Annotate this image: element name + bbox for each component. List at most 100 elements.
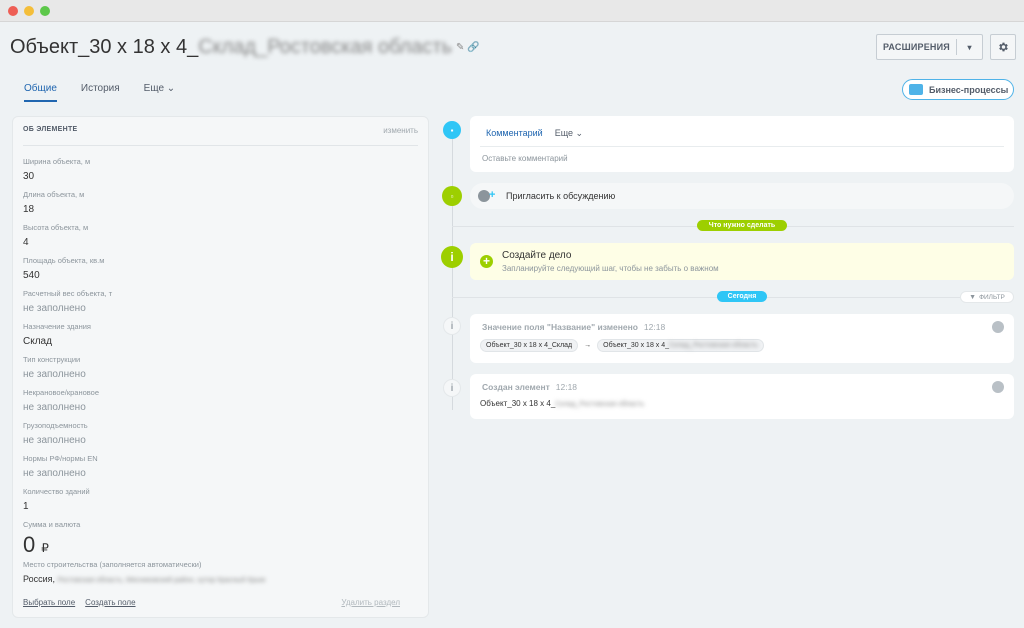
tab-more[interactable]: Еще ⌄ [144,83,176,102]
history-event-rename: Значение поля "Название" изменено 12:18 О… [470,314,1014,363]
todo-pill: Что нужно сделать [697,220,787,231]
extensions-label: РАСШИРЕНИЯ [883,42,950,52]
field-length: Длина объекта, м 18 [23,190,413,223]
field-label: Высота объекта, м [23,223,89,232]
field-value: 540 [23,270,40,281]
tab-comment[interactable]: Комментарий [486,128,543,147]
filter-button[interactable]: ▼ ФИЛЬТР [960,291,1014,303]
field-label: Грузоподъемность [23,421,88,430]
business-process-icon [909,84,923,95]
page-title-text: Объект_30 x 18 x 4_ [10,36,199,58]
delete-section-link[interactable]: Удалить раздел [341,598,400,607]
comment-icon: ▪ [443,121,461,139]
tab-history[interactable]: История [81,83,120,102]
filter-label: ФИЛЬТР [979,293,1005,301]
new-value-blurred: Склад_Ростовская область [669,342,758,349]
chevron-down-icon[interactable]: ▾ [956,39,982,55]
invite-panel[interactable]: + Пригласить к обсуждению [470,183,1014,209]
field-label: Тип конструкции [23,355,81,364]
field-label: Количество зданий [23,487,90,496]
field-label: Назначение здания [23,322,91,331]
create-field-link[interactable]: Создать поле [85,598,135,607]
settings-button[interactable] [990,34,1016,60]
edit-title-icon[interactable]: ✎ 🔗 [456,42,480,53]
field-height: Высота объекта, м 4 [23,223,413,256]
minimize-window-button[interactable] [24,5,34,16]
field-norms: Нормы РФ/нормы EN не заполнено [23,454,413,487]
field-value: 4 [23,237,29,248]
field-label: Расчетный вес объекта, т [23,289,113,298]
event-value-text: Объект_30 x 18 x 4_ [480,399,556,408]
new-value-text: Объект_30 x 18 x 4_ [603,342,670,349]
field-value: не заполнено [23,303,86,314]
tab-general[interactable]: Общие [24,83,57,102]
field-label: Место строительства (заполняется автомат… [23,560,202,569]
field-weight: Расчетный вес объекта, т не заполнено [23,289,413,322]
task-title: Создайте дело [502,250,572,261]
money-amount: 0 [23,532,36,557]
event-title-text: Создан элемент [482,382,550,392]
field-purpose: Назначение здания Склад [23,322,413,355]
field-value: 1 [23,501,29,512]
task-subtitle: Запланируйте следующий шаг, чтобы не заб… [502,264,719,273]
card-edit-link[interactable]: изменить [383,126,418,135]
tab-comment-more[interactable]: Еще ⌄ [555,128,583,147]
comment-panel: Комментарий Еще ⌄ Оставьте комментарий [470,116,1014,172]
comment-divider [480,146,1004,147]
comment-input[interactable]: Оставьте комментарий [482,154,568,163]
field-value: 30 [23,171,35,182]
history-event-created: Создан элемент 12:18 Объект_30 x 18 x 4_С… [470,374,1014,419]
field-label: Длина объекта, м [23,190,85,199]
money-value: 0 ₽ [23,532,413,558]
add-task-icon[interactable]: + [480,255,493,268]
field-value: 18 [23,204,35,215]
field-width: Ширина объекта, м 30 [23,157,413,190]
currency-symbol: ₽ [41,541,49,555]
field-label: Некрановое/крановое [23,388,100,397]
extensions-button[interactable]: РАСШИРЕНИЯ ▾ [876,34,983,60]
page-title-blurred: Склад_Ростовская область [198,36,453,58]
plus-icon: + [489,189,496,201]
maximize-window-button[interactable] [40,5,50,16]
field-building-count: Количество зданий 1 [23,487,413,520]
info-icon: i [441,246,463,268]
user-icon[interactable] [992,381,1004,393]
old-value-chip: Объект_30 x 18 x 4_Склад [480,339,579,352]
select-field-link[interactable]: Выбрать поле [23,598,75,607]
field-value: не заполнено [23,435,86,446]
page-title: Объект_30 x 18 x 4_ Склад_Ростовская обл… [10,36,480,59]
window-titlebar [0,0,1024,22]
business-processes-label: Бизнес-процессы [929,84,1009,95]
info-icon: i [443,379,461,397]
field-capacity: Грузоподъемность не заполнено [23,421,413,454]
card-divider [23,145,418,146]
info-icon: i [443,317,461,335]
place-blurred: Ростовская область, Мясниковский район, … [57,577,266,584]
field-money: Сумма и валюта 0 ₽ [23,520,413,560]
event-title: Создан элемент 12:18 [482,382,577,392]
event-value-blurred: Склад_Ростовская область [555,401,645,408]
timeline-line [452,130,453,410]
field-value: Россия, Ростовская область, Мясниковский… [23,572,413,588]
arrow-right-icon: → [584,342,592,349]
field-label: Нормы РФ/нормы EN [23,454,98,463]
field-label: Сумма и валюта [23,520,81,529]
card-heading: ОБ ЭЛЕМЕНТЕ [23,126,78,133]
tab-bar: Общие История Еще ⌄ [24,83,175,102]
field-value: не заполнено [23,402,86,413]
about-element-card: ОБ ЭЛЕМЕНТЕ изменить Ширина объекта, м 30… [12,116,429,618]
comment-tabs: Комментарий Еще ⌄ [486,128,583,147]
field-area: Площадь объекта, кв.м 540 [23,256,413,289]
card-footer: Выбрать поле Создать поле Удалить раздел [23,598,410,607]
field-value: не заполнено [23,468,86,479]
filter-icon: ▼ [969,293,977,301]
create-task-panel[interactable]: + Создайте дело Запланируйте следующий ш… [470,243,1014,280]
business-processes-button[interactable]: Бизнес-процессы [902,79,1014,100]
event-time: 12:18 [555,382,578,392]
field-value: не заполнено [23,369,86,380]
field-label: Ширина объекта, м [23,157,91,166]
close-window-button[interactable] [8,5,18,16]
field-label: Площадь объекта, кв.м [23,256,105,265]
event-value: Объект_30 x 18 x 4_Склад_Ростовская обла… [480,399,644,408]
user-icon[interactable] [992,321,1004,333]
